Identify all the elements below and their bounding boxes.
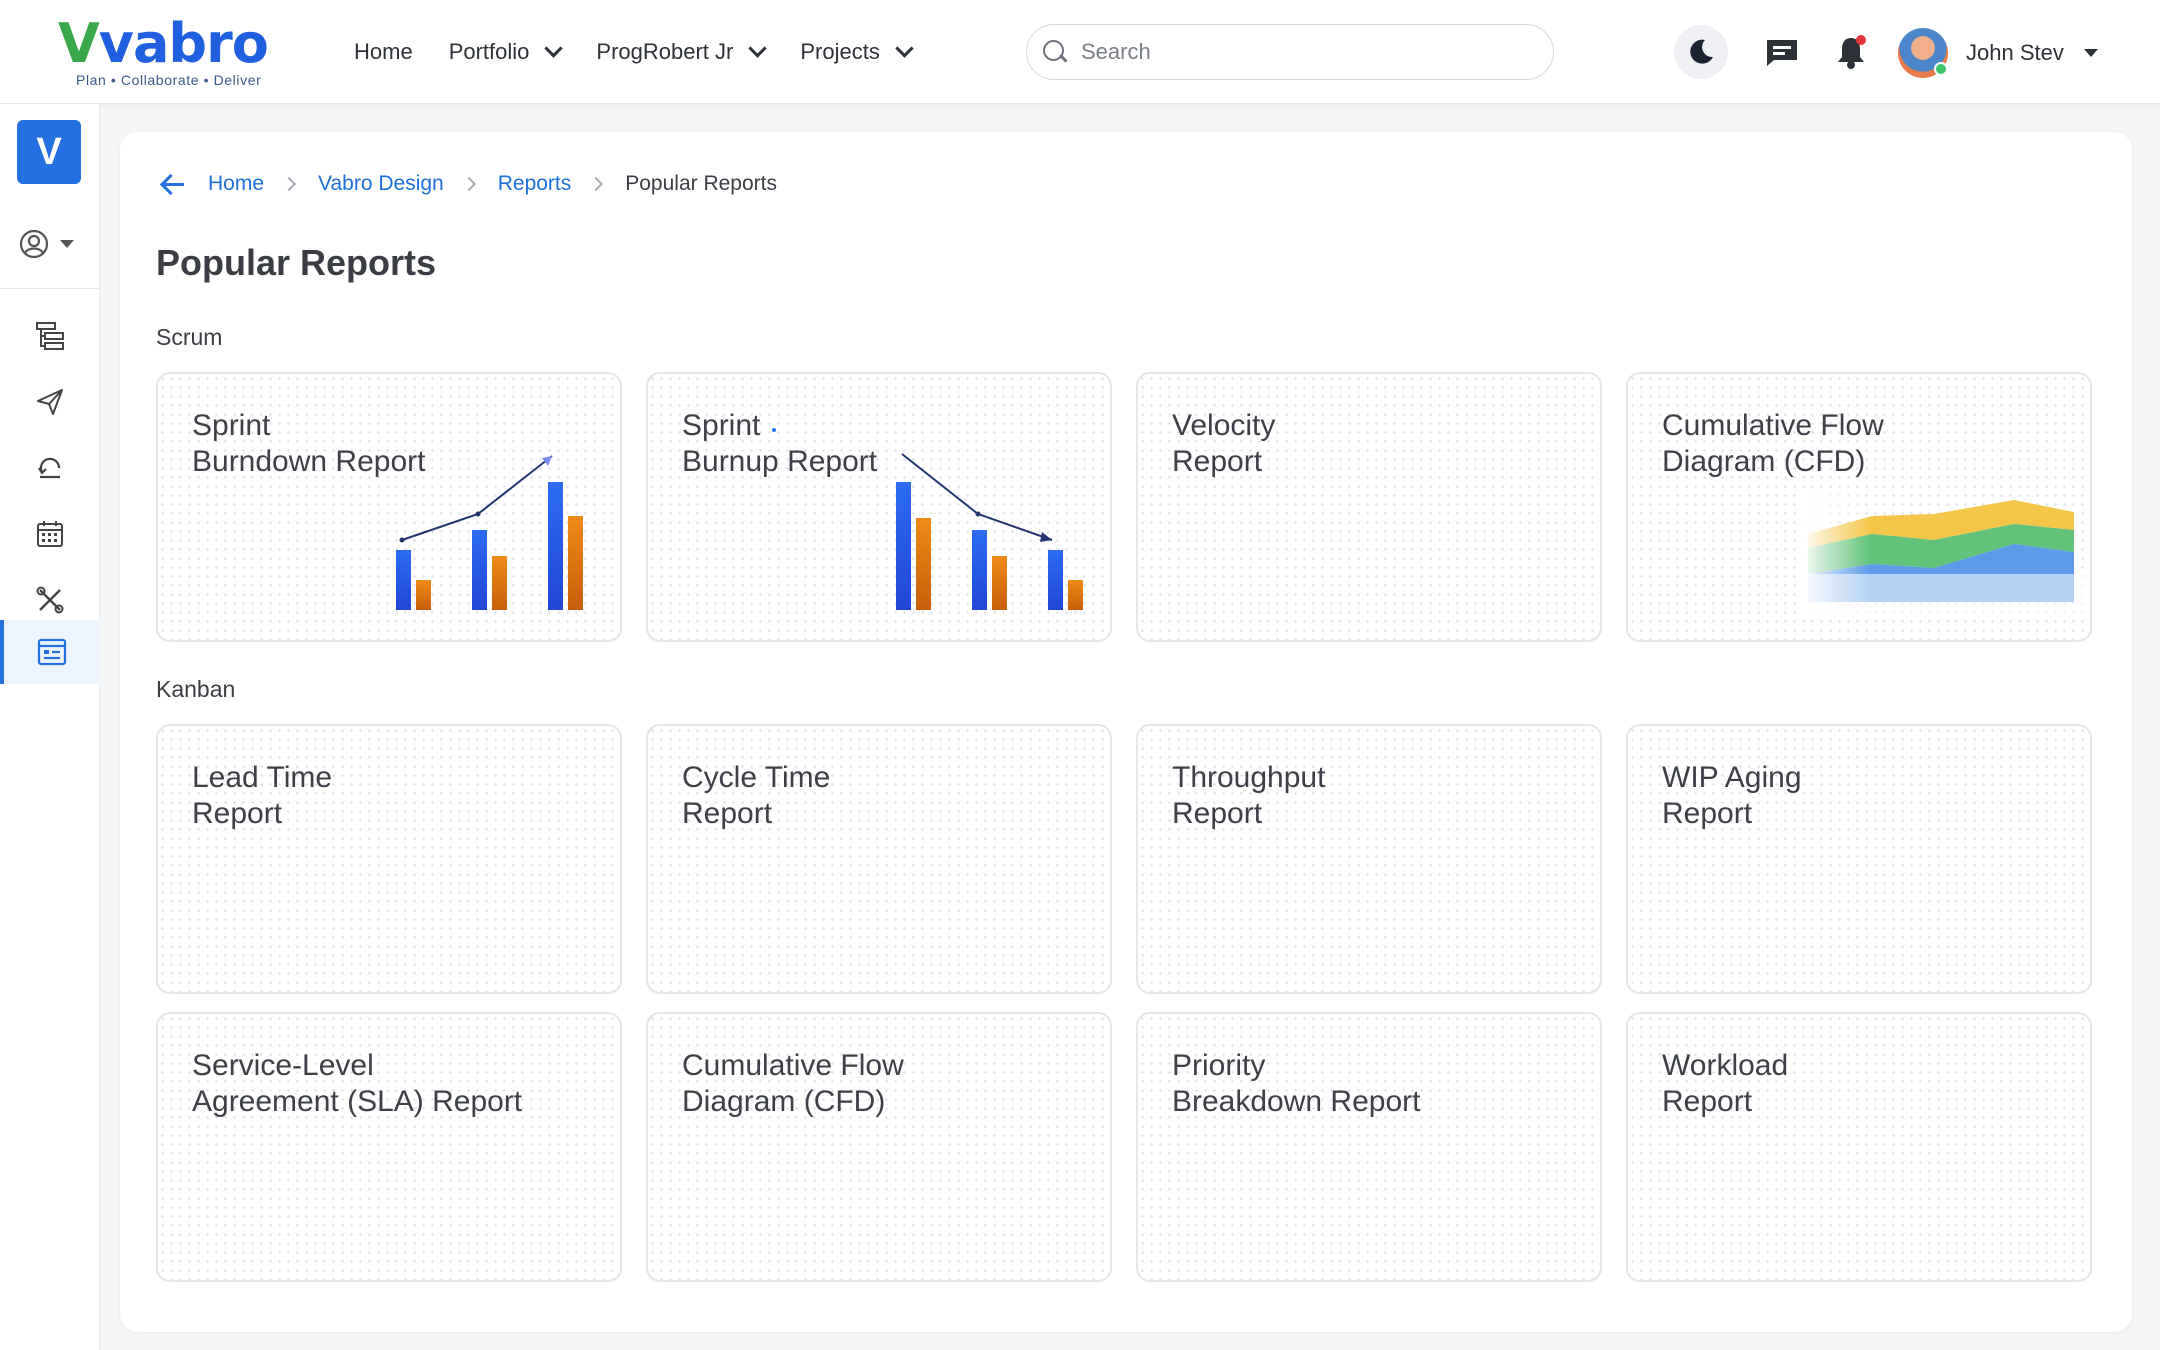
- sidebar-item-send[interactable]: [0, 370, 100, 434]
- nav-projects[interactable]: Projects: [800, 38, 914, 65]
- report-card-throughput[interactable]: Throughput Report: [1136, 724, 1602, 994]
- section-label-kanban: Kanban: [156, 676, 236, 702]
- breadcrumb: Home Vabro Design Reports Popular Report…: [160, 172, 777, 196]
- section-label-scrum: Scrum: [156, 324, 223, 350]
- caret-down-icon: [60, 240, 74, 248]
- card-title: Workload Report: [1662, 1049, 1789, 1118]
- calendar-icon: [37, 521, 63, 547]
- messages-button[interactable]: [1764, 36, 1800, 68]
- logo-wordmark: Vvabro: [58, 12, 269, 75]
- breadcrumb-vabro-design[interactable]: Vabro Design: [318, 172, 444, 196]
- search-input[interactable]: [1081, 39, 1521, 65]
- report-card-lead-time[interactable]: Lead Time Report: [156, 724, 622, 994]
- chevron-right-icon: [281, 176, 297, 192]
- report-card-sprint-burndown[interactable]: Sprint Burndown Report: [156, 372, 622, 642]
- report-card-velocity[interactable]: Velocity Report: [1136, 372, 1602, 642]
- top-bar: Vvabro Plan • Collaborate • Deliver Home…: [0, 0, 2160, 104]
- breadcrumb-current: Popular Reports: [625, 172, 777, 195]
- nav-home[interactable]: Home: [354, 39, 413, 65]
- card-title: Sprint Burndown Report: [192, 409, 426, 478]
- card-title: Lead Time Report: [192, 761, 333, 830]
- card-title: Cumulative Flow Diagram (CFD): [1662, 409, 1884, 478]
- tools-icon: [36, 586, 64, 614]
- report-card-wip-aging[interactable]: WIP Aging Report: [1626, 724, 2092, 994]
- report-card-scrum-cfd[interactable]: Cumulative Flow Diagram (CFD): [1626, 372, 2092, 642]
- workspace-badge[interactable]: V: [17, 120, 81, 184]
- card-title: Velocity Report: [1172, 409, 1276, 478]
- breadcrumb-reports[interactable]: Reports: [498, 172, 572, 196]
- nav-program[interactable]: ProgRobert Jr: [596, 38, 768, 65]
- send-icon: [37, 389, 63, 415]
- sidebar-item-calendar[interactable]: [0, 502, 100, 566]
- chevron-down-icon: [748, 38, 768, 58]
- hierarchy-icon: [36, 322, 64, 350]
- notifications-button[interactable]: [1834, 34, 1868, 70]
- card-title: Cycle Time Report: [682, 761, 831, 830]
- sidebar-item-hierarchy[interactable]: [0, 304, 100, 368]
- card-title: Priority Breakdown Report: [1172, 1049, 1421, 1118]
- report-card-cycle-time[interactable]: Cycle Time Report: [646, 724, 1112, 994]
- nav-portfolio[interactable]: Portfolio: [449, 38, 564, 65]
- search-icon: [1043, 40, 1067, 64]
- report-card-workload[interactable]: Workload Report: [1626, 1012, 2092, 1282]
- user-circle-icon: [19, 229, 49, 259]
- main-nav: Home Portfolio ProgRobert Jr Projects: [354, 0, 947, 104]
- report-card-sla[interactable]: Service-Level Agreement (SLA) Report: [156, 1012, 622, 1282]
- card-title: Cumulative Flow Diagram (CFD): [682, 1049, 904, 1118]
- card-title: Sprint Burnup Report: [682, 409, 878, 478]
- report-card-sprint-burnup[interactable]: Sprint Burnup Report: [646, 372, 1112, 642]
- main-content: Home Vabro Design Reports Popular Report…: [120, 132, 2132, 1332]
- sidebar-item-sprints[interactable]: [0, 436, 100, 500]
- chevron-right-icon: [589, 176, 604, 192]
- search-box: [1026, 24, 1554, 80]
- profile-menu[interactable]: [18, 226, 82, 262]
- sprint-loop-icon: [38, 457, 61, 479]
- breadcrumb-home[interactable]: Home: [208, 172, 264, 196]
- sidebar: V: [0, 104, 100, 1350]
- card-title: Service-Level Agreement (SLA) Report: [192, 1049, 523, 1118]
- theme-toggle-button[interactable]: [1674, 25, 1728, 79]
- page-title: Popular Reports: [156, 242, 437, 283]
- message-icon: [1767, 40, 1797, 66]
- chevron-down-icon: [895, 38, 914, 58]
- report-card-priority-breakdown[interactable]: Priority Breakdown Report: [1136, 1012, 1602, 1282]
- sidebar-divider: [0, 288, 100, 289]
- user-menu-caret-icon[interactable]: [2084, 49, 2098, 57]
- sidebar-item-reports[interactable]: [0, 620, 100, 684]
- reports-icon: [37, 638, 67, 666]
- logo-tagline: Plan • Collaborate • Deliver: [76, 72, 262, 88]
- chevron-down-icon: [544, 38, 564, 58]
- chevron-right-icon: [461, 176, 476, 192]
- back-arrow-icon[interactable]: [160, 172, 188, 196]
- report-card-kanban-cfd[interactable]: Cumulative Flow Diagram (CFD): [646, 1012, 1112, 1282]
- bell-icon: [1838, 35, 1866, 69]
- user-name[interactable]: John Stev: [1966, 40, 2064, 66]
- moon-icon: [1690, 39, 1713, 64]
- online-status-dot: [1934, 62, 1948, 76]
- card-title: Throughput Report: [1172, 761, 1326, 830]
- vabro-logo[interactable]: Vvabro Plan • Collaborate • Deliver: [58, 12, 288, 90]
- card-title: WIP Aging Report: [1662, 761, 1802, 830]
